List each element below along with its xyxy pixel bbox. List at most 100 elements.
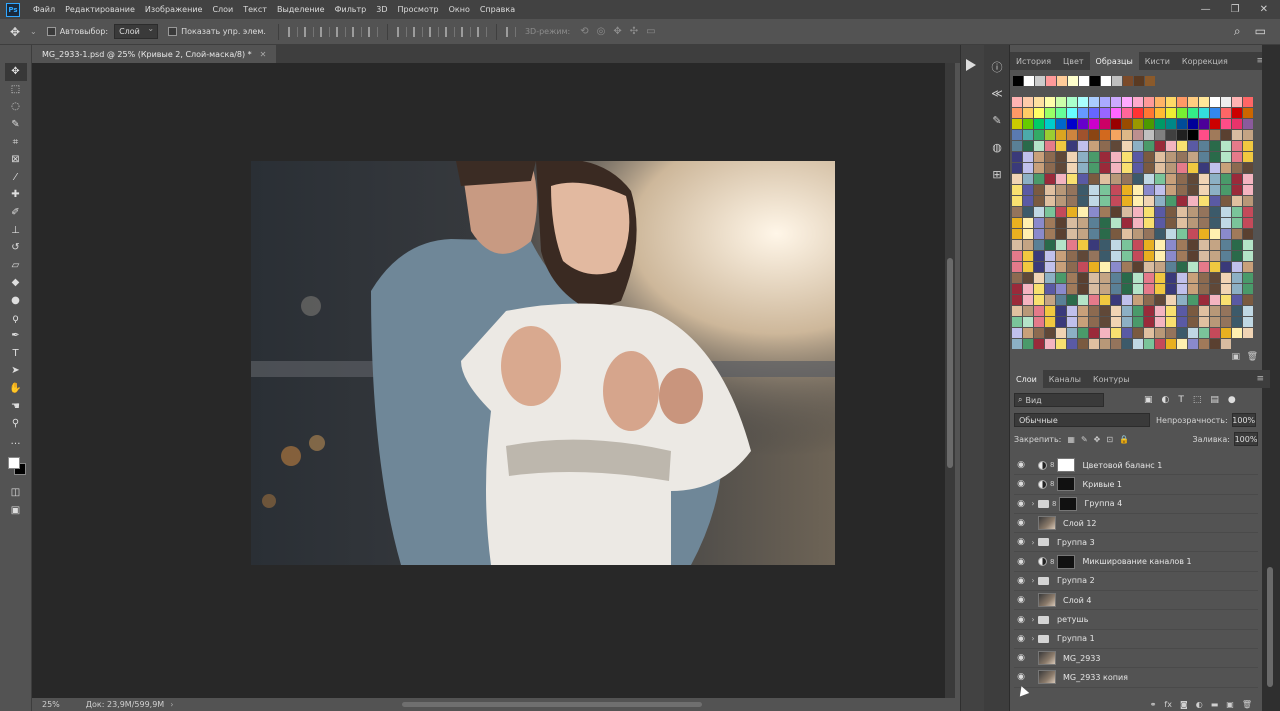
swatch[interactable] [1166,284,1176,294]
show-transform-checkbox[interactable] [168,27,178,36]
swatch[interactable] [1155,97,1165,107]
swatch[interactable] [1210,229,1220,239]
swatch[interactable] [1133,207,1143,217]
swatch[interactable] [1177,141,1187,151]
swatch[interactable] [1045,152,1055,162]
zoom-level[interactable]: 25% [42,700,60,709]
swatch[interactable] [1056,218,1066,228]
swatch[interactable] [1089,163,1099,173]
mask-link-icon[interactable]: 8 [1050,558,1054,566]
swatch[interactable] [1067,284,1077,294]
recent-swatch[interactable] [1112,76,1122,86]
swatch[interactable] [1144,251,1154,261]
swatch[interactable] [1045,273,1055,283]
swatch[interactable] [1034,328,1044,338]
swatch[interactable] [1155,174,1165,184]
recent-swatch[interactable] [1134,76,1144,86]
swatch[interactable] [1100,218,1110,228]
swatch[interactable] [1089,229,1099,239]
distribute-bottom-icon[interactable] [428,26,439,37]
3d-pan-icon[interactable]: ✥ [613,26,621,37]
delete-layer-icon[interactable]: 🗑 [1242,700,1252,709]
swatch[interactable] [1122,185,1132,195]
lock-transparent-icon[interactable]: ▦ [1067,435,1075,444]
swatch[interactable] [1133,262,1143,272]
swatch[interactable] [1056,229,1066,239]
vertical-scroll-thumb[interactable] [947,258,953,468]
swatch[interactable] [1133,108,1143,118]
swatch[interactable] [1100,306,1110,316]
swatch[interactable] [1100,174,1110,184]
swatch[interactable] [1144,174,1154,184]
menu-layers[interactable]: Слои [207,5,238,14]
swatch[interactable] [1100,240,1110,250]
swatch[interactable] [1078,196,1088,206]
swatch[interactable] [1166,328,1176,338]
swatch[interactable] [1034,141,1044,151]
swatch[interactable] [1023,229,1033,239]
swatch[interactable] [1221,295,1231,305]
swatch[interactable] [1188,130,1198,140]
swatch[interactable] [1023,108,1033,118]
menu-3d[interactable]: 3D [371,5,392,14]
swatch[interactable] [1067,119,1077,129]
swatch[interactable] [1067,130,1077,140]
swatch[interactable] [1177,174,1187,184]
new-adjustment-icon[interactable]: ◐ [1196,700,1203,709]
swatch[interactable] [1166,218,1176,228]
swatch[interactable] [1177,119,1187,129]
brush-tool-icon[interactable]: ✐ [5,204,27,222]
layer-row[interactable]: ◉ › Группа 1 [1014,630,1258,649]
recent-swatch[interactable] [1145,76,1155,86]
swatch[interactable] [1199,141,1209,151]
swatch[interactable] [1023,295,1033,305]
swatch[interactable] [1111,218,1121,228]
mask-link-icon[interactable]: 8 [1052,500,1056,508]
swatch[interactable] [1122,174,1132,184]
swatch[interactable] [1023,273,1033,283]
swatch[interactable] [1133,218,1143,228]
swatch[interactable] [1056,97,1066,107]
layer-row[interactable]: ◉ MG_2933 копия [1014,668,1258,688]
swatch[interactable] [1023,141,1033,151]
horizontal-scroll-thumb[interactable] [402,702,702,707]
layer-thumbnail[interactable] [1038,516,1056,531]
recent-swatch[interactable] [1079,76,1089,86]
swatch[interactable] [1078,207,1088,217]
brush-settings-icon[interactable]: ✎ [984,107,1010,134]
swatch[interactable] [1067,108,1077,118]
swatch[interactable] [1012,174,1022,184]
menu-edit[interactable]: Редактирование [60,5,140,14]
swatch[interactable] [1100,295,1110,305]
swatch[interactable] [1078,108,1088,118]
swatch[interactable] [1089,130,1099,140]
swatch[interactable] [1023,174,1033,184]
swatch[interactable] [1133,152,1143,162]
swatch[interactable] [1243,141,1253,151]
swatch[interactable] [1034,295,1044,305]
swatch[interactable] [1045,108,1055,118]
eye-visibility-icon[interactable]: ◉ [1014,595,1028,605]
swatch[interactable] [1199,284,1209,294]
swatch[interactable] [1045,328,1055,338]
panel-menu-icon[interactable]: ≡ [1256,370,1270,388]
swatch[interactable] [1023,262,1033,272]
expand-caret-icon[interactable]: › [1028,576,1038,585]
swatch[interactable] [1012,130,1022,140]
align-right-icon[interactable] [367,26,378,37]
swatch[interactable] [1243,130,1253,140]
align-vcenter-icon[interactable] [303,26,314,37]
properties-icon[interactable]: ⊞ [984,161,1010,188]
swatch[interactable] [1243,284,1253,294]
recent-swatch[interactable] [1046,76,1056,86]
swatch[interactable] [1177,328,1187,338]
swatch[interactable] [1045,317,1055,327]
swatch[interactable] [1089,185,1099,195]
swatch[interactable] [1232,174,1242,184]
swatch[interactable] [1221,328,1231,338]
swatch[interactable] [1078,317,1088,327]
swatch[interactable] [1034,207,1044,217]
swatch[interactable] [1133,119,1143,129]
tab-layers[interactable]: Слои [1010,370,1043,388]
swatch[interactable] [1166,152,1176,162]
